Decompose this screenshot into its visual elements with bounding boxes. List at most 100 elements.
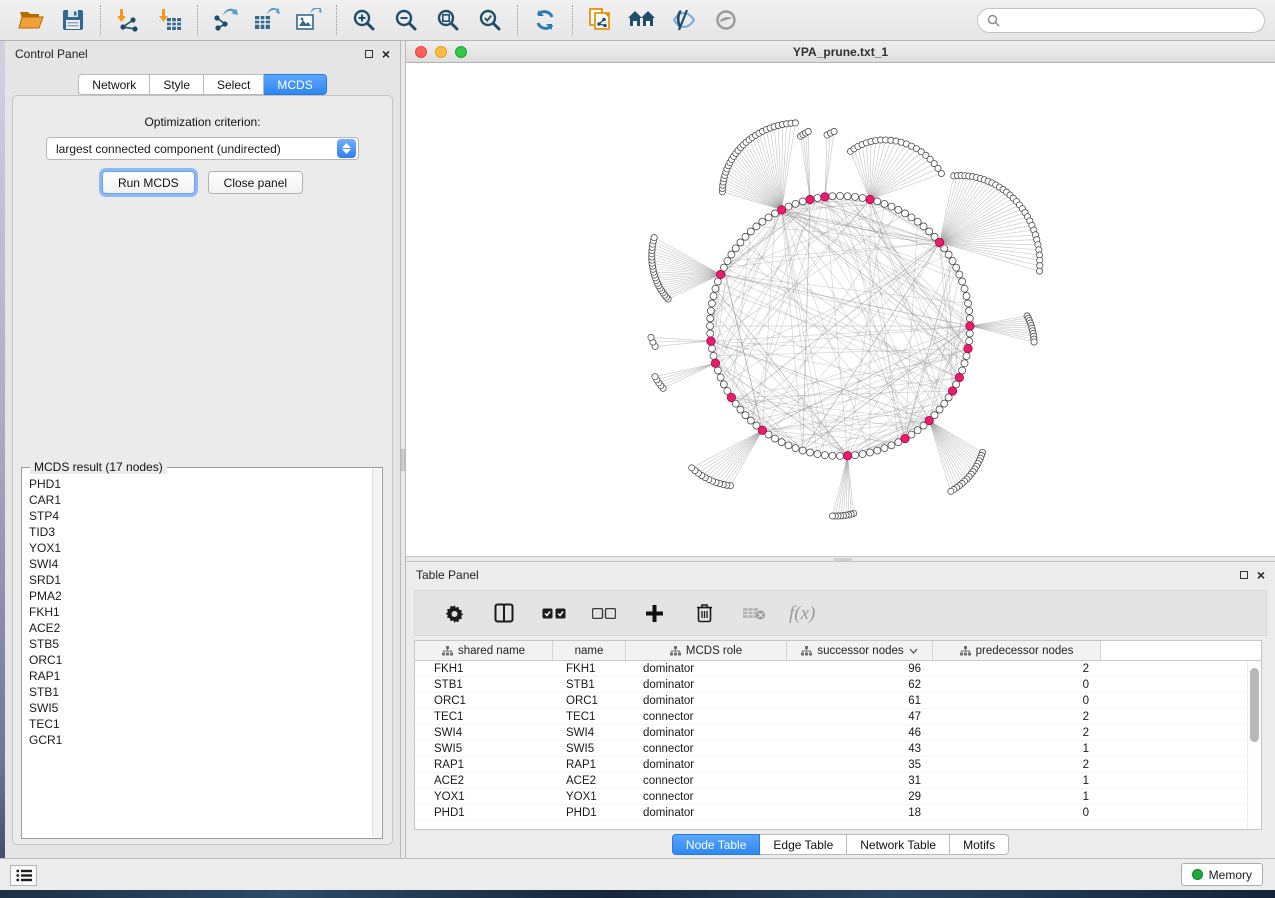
open-folder-button[interactable] (10, 3, 52, 37)
import-network-button[interactable] (107, 3, 149, 37)
network-node[interactable] (765, 214, 772, 221)
table-row[interactable]: YOX1YOX1connector291 (415, 789, 1261, 805)
network-node[interactable] (829, 193, 836, 200)
network-node[interactable] (807, 449, 814, 456)
mcds-hub-node[interactable] (716, 270, 724, 278)
network-node[interactable] (852, 193, 859, 200)
delete-column-button[interactable] (685, 597, 723, 629)
network-node[interactable] (895, 206, 902, 213)
splitter-handle[interactable] (401, 449, 405, 471)
network-canvas[interactable] (406, 63, 1275, 556)
search-box[interactable] (977, 8, 1265, 33)
save-button[interactable] (52, 3, 94, 37)
network-node[interactable] (710, 293, 717, 300)
mcds-hub-node[interactable] (964, 344, 972, 352)
network-node[interactable] (753, 223, 760, 230)
network-node[interactable] (707, 330, 714, 337)
run-mcds-button[interactable]: Run MCDS (102, 171, 195, 194)
network-node[interactable] (747, 417, 754, 424)
mcds-hub-node[interactable] (777, 206, 785, 214)
float-panel-icon[interactable] (1240, 571, 1248, 579)
show-hide-button[interactable] (663, 3, 705, 37)
network-node[interactable] (805, 128, 811, 134)
mcds-result-item[interactable]: TEC1 (29, 716, 372, 732)
mcds-result-item[interactable]: STP4 (29, 508, 372, 524)
search-input[interactable] (1005, 13, 1255, 27)
mcds-result-item[interactable]: TID3 (29, 524, 372, 540)
network-node[interactable] (1031, 339, 1037, 345)
mcds-result-item[interactable]: SRD1 (29, 572, 372, 588)
mcds-result-item[interactable]: CAR1 (29, 492, 372, 508)
clone-network-button[interactable] (579, 3, 621, 37)
table-settings-button[interactable] (435, 597, 473, 629)
mcds-hub-node[interactable] (711, 359, 719, 367)
network-window-titlebar[interactable]: YPA_prune.txt_1 (406, 41, 1275, 63)
network-node[interactable] (914, 427, 921, 434)
tab-node-table[interactable]: Node Table (672, 834, 761, 855)
network-node[interactable] (792, 445, 799, 452)
network-node[interactable] (1036, 268, 1042, 274)
mcds-result-item[interactable]: GCR1 (29, 732, 372, 748)
mcds-hub-node[interactable] (821, 193, 829, 201)
column-header-successor-nodes[interactable]: successor nodes (787, 641, 933, 660)
mcds-hub-node[interactable] (955, 373, 963, 381)
network-node[interactable] (961, 285, 968, 292)
column-header-shared-name[interactable]: shared name (415, 641, 553, 660)
network-node[interactable] (747, 228, 754, 235)
mcds-hub-node[interactable] (948, 387, 956, 395)
table-row[interactable]: ACE2ACE2connector311 (415, 773, 1261, 789)
maximize-window-icon[interactable] (455, 46, 467, 58)
network-node[interactable] (949, 258, 956, 265)
network-node[interactable] (799, 447, 806, 454)
close-panel-icon[interactable]: × (382, 49, 390, 59)
column-header-MCDS-role[interactable]: MCDS role (626, 641, 787, 660)
tab-network-table[interactable]: Network Table (847, 834, 950, 855)
network-node[interactable] (707, 323, 714, 330)
network-node[interactable] (651, 235, 657, 241)
network-node[interactable] (938, 170, 944, 176)
tab-mcds[interactable]: MCDS (264, 74, 326, 95)
close-window-icon[interactable] (415, 46, 427, 58)
network-node[interactable] (926, 228, 933, 235)
network-node[interactable] (714, 367, 721, 374)
network-node[interactable] (814, 451, 821, 458)
minimize-window-icon[interactable] (435, 46, 447, 58)
network-node[interactable] (707, 307, 714, 314)
network-node[interactable] (914, 218, 921, 225)
mcds-result-list[interactable]: PHD1CAR1STP4TID3YOX1SWI4SRD1PMA2FKH1ACE2… (23, 476, 372, 837)
mcds-result-item[interactable]: STB5 (29, 636, 372, 652)
tab-motifs[interactable]: Motifs (950, 834, 1009, 855)
mcds-result-item[interactable]: SWI4 (29, 556, 372, 572)
refresh-layout-button[interactable] (524, 3, 566, 37)
splitter-handle[interactable] (834, 558, 852, 561)
network-node[interactable] (707, 315, 714, 322)
network-node[interactable] (708, 345, 715, 352)
network-node[interactable] (966, 307, 973, 314)
network-node[interactable] (966, 315, 973, 322)
mcds-result-item[interactable]: FKH1 (29, 604, 372, 620)
export-image-button[interactable] (288, 3, 330, 37)
network-node[interactable] (720, 381, 727, 388)
network-node[interactable] (689, 465, 695, 471)
mcds-result-item[interactable]: YOX1 (29, 540, 372, 556)
mcds-hub-node[interactable] (727, 393, 735, 401)
table-row[interactable]: ORC1ORC1dominator610 (415, 693, 1261, 709)
network-node[interactable] (966, 338, 973, 345)
mcds-result-item[interactable]: PHD1 (29, 476, 372, 492)
column-header-name[interactable]: name (553, 641, 626, 660)
network-node[interactable] (772, 435, 779, 442)
close-panel-icon[interactable]: × (1257, 570, 1265, 580)
network-node[interactable] (852, 452, 859, 459)
zoom-fit-button[interactable] (427, 3, 469, 37)
mcds-result-item[interactable]: RAP1 (29, 668, 372, 684)
network-node[interactable] (966, 330, 973, 337)
table-row[interactable]: SWI5SWI5connector431 (415, 741, 1261, 757)
network-node[interactable] (648, 334, 654, 340)
mcds-result-item[interactable]: SWI5 (29, 700, 372, 716)
mcds-hub-node[interactable] (806, 195, 814, 203)
network-node[interactable] (829, 452, 836, 459)
network-node[interactable] (737, 239, 744, 246)
network-node[interactable] (759, 218, 766, 225)
tab-edge-table[interactable]: Edge Table (760, 834, 847, 855)
node-table[interactable]: shared namenameMCDS rolesuccessor nodesp… (414, 640, 1262, 830)
